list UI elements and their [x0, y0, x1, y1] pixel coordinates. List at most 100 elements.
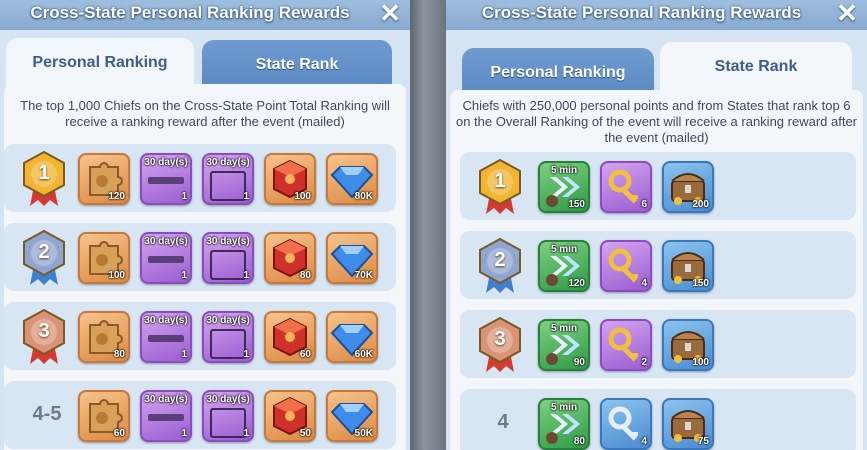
rank-number: 3	[494, 328, 506, 350]
panel-title: Cross-State Personal Ranking Rewards	[30, 3, 350, 22]
duration-label: 30 day(s)	[206, 236, 250, 247]
puzzle-piece-reward-item[interactable]: 100	[78, 232, 130, 284]
personal-ranking-rewards-panel: Cross-State Personal Ranking Rewards ✕ P…	[0, 0, 410, 450]
item-quantity: 1	[181, 349, 187, 360]
bar-30-days-reward-item[interactable]: 30 day(s) 1	[140, 153, 192, 205]
gold-badge: 1	[470, 156, 530, 216]
item-quantity: 4	[641, 436, 647, 447]
puzzle-piece-reward-item[interactable]: 120	[78, 153, 130, 205]
item-quantity: 60K	[354, 349, 373, 360]
title-bar: Cross-State Personal Ranking Rewards ✕	[0, 0, 410, 30]
bar-30-days-icon	[148, 256, 184, 263]
rank-number: 4	[497, 411, 509, 433]
red-cube-reward-item[interactable]: 60	[264, 311, 316, 363]
item-quantity: 100	[108, 270, 125, 281]
frame-30-days-icon	[210, 250, 246, 280]
item-quantity: 80	[573, 436, 585, 447]
gold-key-reward-item[interactable]: 6	[600, 161, 652, 213]
bar-30-days-reward-item[interactable]: 30 day(s) 1	[140, 390, 192, 442]
red-cube-reward-item[interactable]: 50	[264, 390, 316, 442]
duration-label: 30 day(s)	[206, 394, 250, 405]
red-cube-reward-item[interactable]: 100	[264, 153, 316, 205]
item-quantity: 80	[299, 270, 311, 281]
frame-30-days-reward-item[interactable]: 30 day(s) 1	[202, 311, 254, 363]
silver-badge: 2	[470, 235, 530, 295]
duration-label: 30 day(s)	[144, 236, 188, 247]
item-quantity: 50	[299, 428, 311, 439]
silver-key-reward-item[interactable]: 4	[600, 398, 652, 450]
reward-row: 4-5 60 30 day(s) 1 30 day(s) 1 50 50K	[4, 381, 396, 449]
ranking-description: The top 1,000 Chiefs on the Cross-State …	[20, 98, 390, 129]
reward-row: 2 5 min 120 4 150	[460, 231, 856, 299]
rank-number: 1	[494, 170, 506, 192]
rank-number: 4-5	[32, 403, 62, 425]
item-quantity: 6	[641, 199, 647, 210]
tab-state-rank[interactable]: State Rank	[202, 40, 392, 88]
frame-30-days-reward-item[interactable]: 30 day(s) 1	[202, 232, 254, 284]
bar-30-days-reward-item[interactable]: 30 day(s) 1	[140, 232, 192, 284]
frame-30-days-reward-item[interactable]: 30 day(s) 1	[202, 153, 254, 205]
reward-row: 3 5 min 90 2 100	[460, 310, 856, 378]
bar-30-days-icon	[148, 335, 184, 342]
treasure-chest-reward-item[interactable]: 150	[662, 240, 714, 292]
diamond-reward-item[interactable]: 50K	[326, 390, 378, 442]
panel-title: Cross-State Personal Ranking Rewards	[481, 3, 802, 22]
diamond-reward-item[interactable]: 60K	[326, 311, 378, 363]
frame-30-days-icon	[210, 408, 246, 438]
ranking-description: Chiefs with 250,000 personal points and …	[455, 98, 858, 145]
duration-label: 5 min	[550, 244, 578, 255]
duration-label: 5 min	[550, 402, 578, 413]
close-button[interactable]: ✕	[835, 0, 859, 26]
treasure-chest-reward-item[interactable]: 75	[662, 398, 714, 450]
speedup-arrow-reward-item[interactable]: 5 min 120	[538, 240, 590, 292]
treasure-chest-reward-item[interactable]: 200	[662, 161, 714, 213]
puzzle-piece-reward-item[interactable]: 80	[78, 311, 130, 363]
tab-personal-ranking[interactable]: Personal Ranking	[462, 48, 654, 96]
tab-personal-ranking[interactable]: Personal Ranking	[6, 38, 194, 86]
item-quantity: 50K	[354, 428, 373, 439]
frame-30-days-reward-item[interactable]: 30 day(s) 1	[202, 390, 254, 442]
item-quantity: 120	[108, 191, 125, 202]
duration-label: 30 day(s)	[206, 315, 250, 326]
bronze-badge: 3	[14, 306, 74, 366]
tab-state-rank[interactable]: State Rank	[660, 42, 852, 90]
bar-30-days-reward-item[interactable]: 30 day(s) 1	[140, 311, 192, 363]
duration-label: 5 min	[550, 165, 578, 176]
item-quantity: 1	[181, 191, 187, 202]
frame-30-days-icon	[210, 329, 246, 359]
title-bar: Cross-State Personal Ranking Rewards ✕	[446, 0, 867, 30]
speedup-arrow-reward-item[interactable]: 5 min 90	[538, 319, 590, 371]
item-quantity: 1	[243, 428, 249, 439]
duration-label: 5 min	[550, 323, 578, 334]
gold-key-reward-item[interactable]: 4	[600, 240, 652, 292]
item-quantity: 120	[568, 278, 585, 289]
reward-row: 1 120 30 day(s) 1 30 day(s) 1 100 80K	[4, 144, 396, 212]
silver-badge: 2	[14, 227, 74, 287]
bar-30-days-icon	[148, 414, 184, 421]
reward-row: 1 5 min 150 6 200	[460, 152, 856, 220]
reward-row: 2 100 30 day(s) 1 30 day(s) 1 80 70K	[4, 223, 396, 291]
item-quantity: 1	[243, 191, 249, 202]
bar-30-days-icon	[148, 177, 184, 184]
gold-key-reward-item[interactable]: 2	[600, 319, 652, 371]
state-rank-rewards-panel: Cross-State Personal Ranking Rewards ✕ P…	[446, 0, 867, 450]
frame-30-days-icon	[210, 171, 246, 201]
speedup-arrow-reward-item[interactable]: 5 min 150	[538, 161, 590, 213]
close-button[interactable]: ✕	[378, 0, 402, 26]
puzzle-piece-reward-item[interactable]: 60	[78, 390, 130, 442]
item-quantity: 4	[641, 278, 647, 289]
treasure-chest-reward-item[interactable]: 100	[662, 319, 714, 371]
item-quantity: 150	[692, 278, 709, 289]
rank-number: 2	[494, 249, 506, 271]
reward-row: 3 80 30 day(s) 1 30 day(s) 1 60 60K	[4, 302, 396, 370]
item-quantity: 80K	[354, 191, 373, 202]
diamond-reward-item[interactable]: 80K	[326, 153, 378, 205]
duration-label: 30 day(s)	[144, 394, 188, 405]
speedup-arrow-reward-item[interactable]: 5 min 80	[538, 398, 590, 450]
diamond-reward-item[interactable]: 70K	[326, 232, 378, 284]
rank-number: 2	[38, 241, 50, 263]
red-cube-reward-item[interactable]: 80	[264, 232, 316, 284]
rank-number: 1	[38, 162, 50, 184]
item-quantity: 200	[692, 199, 709, 210]
rank-number: 3	[38, 320, 50, 342]
